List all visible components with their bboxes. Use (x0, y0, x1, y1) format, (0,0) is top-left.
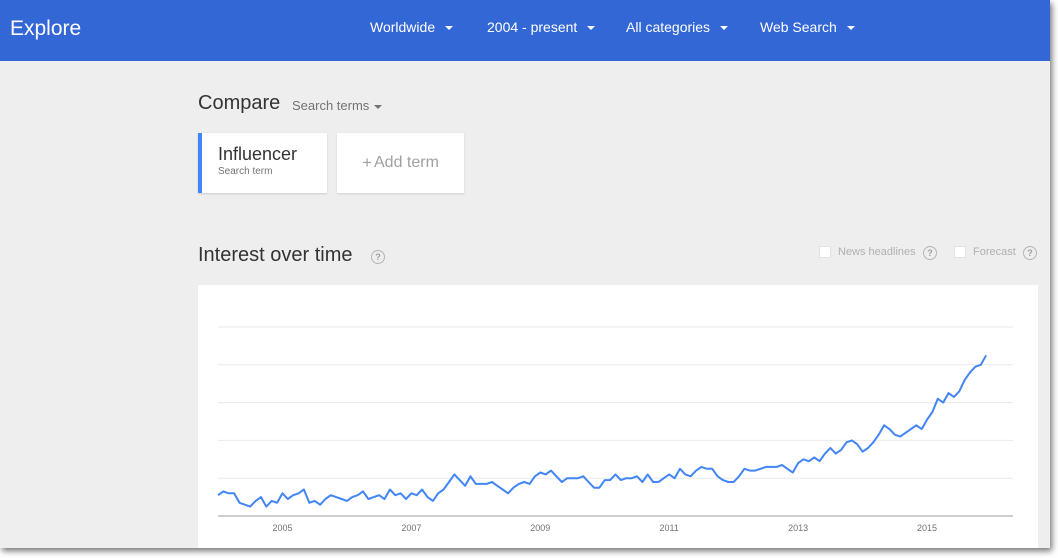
x-tick-label: 2013 (788, 523, 808, 533)
interest-over-time-chart: 2005 2007 2009 2011 2013 2015 (198, 285, 1038, 548)
search-type-filter[interactable]: Web Search (760, 19, 855, 35)
app-window: Explore Worldwide 2004 - present All cat… (0, 0, 1050, 548)
news-headlines-option[interactable]: News headlines (819, 246, 916, 258)
help-icon[interactable]: ? (923, 246, 937, 260)
plus-icon: + (362, 153, 372, 172)
line-chart: 2005 2007 2009 2011 2013 2015 (217, 326, 1013, 533)
category-filter[interactable]: All categories (626, 19, 729, 35)
chevron-down-icon (445, 26, 454, 30)
forecast-option[interactable]: Forecast (954, 246, 1016, 258)
chevron-down-icon (587, 26, 596, 30)
location-filter-label: Worldwide (370, 19, 436, 35)
search-term-type: Search term (218, 166, 273, 177)
news-headlines-checkbox[interactable] (819, 246, 831, 258)
time-range-filter[interactable]: 2004 - present (487, 19, 596, 35)
search-term-card[interactable]: Influencer Search term (198, 133, 327, 193)
x-tick-label: 2005 (272, 523, 292, 533)
x-tick-label: 2011 (660, 523, 679, 533)
compare-mode-dropdown[interactable]: Search terms (292, 98, 383, 113)
search-term-name: Influencer (218, 144, 298, 164)
location-filter[interactable]: Worldwide (370, 19, 454, 35)
category-filter-label: All categories (626, 19, 711, 35)
add-term-label: Add term (374, 154, 439, 171)
search-type-filter-label: Web Search (760, 19, 837, 35)
interest-over-time-heading: Interest over time (198, 244, 353, 266)
x-tick-label: 2009 (530, 523, 550, 533)
forecast-checkbox[interactable] (954, 246, 966, 258)
compare-heading: Compare (198, 92, 281, 114)
news-headlines-label: News headlines (838, 246, 916, 258)
forecast-label: Forecast (973, 246, 1016, 258)
time-range-filter-label: 2004 - present (487, 19, 578, 35)
series-line-influencer[interactable] (217, 354, 987, 508)
add-term-button[interactable]: + Add term (337, 133, 464, 193)
x-tick-label: 2015 (917, 523, 937, 533)
compare-mode-label: Search terms (292, 98, 370, 113)
chevron-down-icon (720, 26, 729, 30)
top-bar: Explore Worldwide 2004 - present All cat… (0, 0, 1050, 61)
page-title[interactable]: Explore (10, 17, 81, 41)
help-icon[interactable]: ? (371, 250, 385, 264)
chevron-down-icon (374, 104, 383, 109)
x-tick-label: 2007 (401, 523, 421, 533)
help-icon[interactable]: ? (1023, 246, 1037, 260)
chevron-down-icon (846, 26, 855, 30)
